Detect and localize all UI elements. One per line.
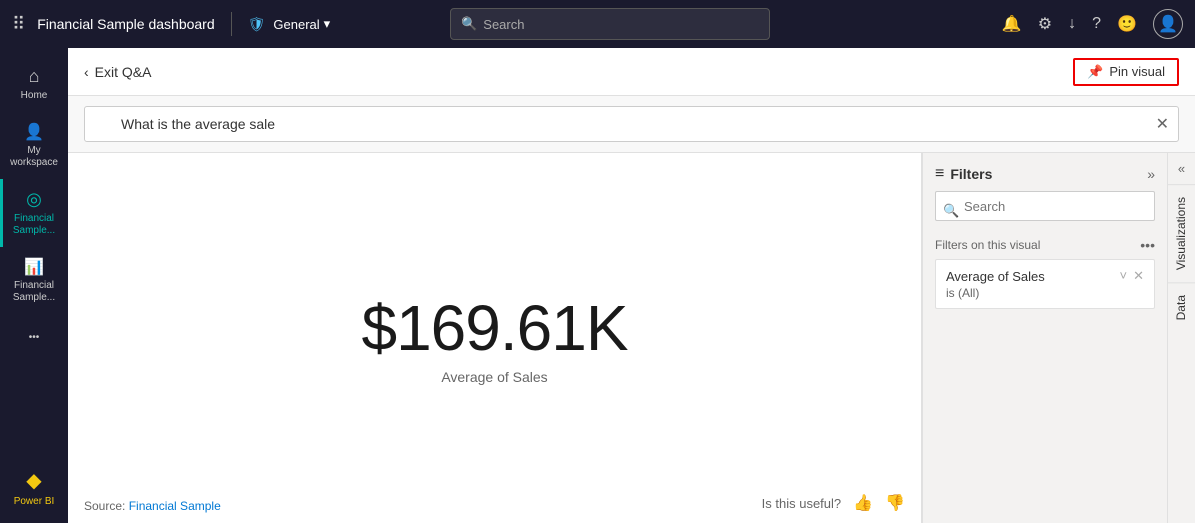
filter-icon: ≡ bbox=[935, 165, 944, 183]
sidebar-powerbi: ◆ Power BI bbox=[0, 460, 68, 515]
workspace-label: Myworkspace bbox=[10, 145, 58, 169]
thumbs-down-icon[interactable]: 👎 bbox=[885, 493, 905, 513]
pin-visual-button[interactable]: 📌 Pin visual bbox=[1073, 58, 1179, 86]
thumbs-up-icon[interactable]: 👍 bbox=[853, 493, 873, 513]
financial-dashboard-icon: ◎ bbox=[26, 189, 42, 210]
help-icon[interactable]: ? bbox=[1092, 15, 1101, 33]
tab-visualizations[interactable]: Visualizations bbox=[1168, 184, 1195, 282]
big-label: Average of Sales bbox=[441, 369, 547, 385]
gear-icon[interactable]: ⚙ bbox=[1038, 14, 1052, 34]
topbar-divider bbox=[231, 12, 232, 36]
sidebar-item-more[interactable]: ••• bbox=[0, 322, 68, 353]
body-split: $169.61K Average of Sales Source: Financ… bbox=[68, 153, 1195, 523]
financial-dashboard-label: Financial Sample... bbox=[4, 213, 64, 237]
sidebar: ⌂ Home 👤 Myworkspace ◎ Financial Sample.… bbox=[0, 48, 68, 523]
powerbi-label: Power BI bbox=[14, 496, 55, 507]
download-icon[interactable]: ↓ bbox=[1068, 15, 1076, 33]
general-dropdown[interactable]: General ▾ bbox=[273, 16, 330, 32]
pin-visual-label: Pin visual bbox=[1109, 64, 1165, 79]
filters-search-wrap: 🔍 bbox=[923, 191, 1167, 231]
filters-more-icon[interactable]: ••• bbox=[1140, 237, 1155, 253]
tab-data[interactable]: Data bbox=[1168, 282, 1195, 332]
filters-panel: ≡ Filters » 🔍 Filters on this visual ••• bbox=[922, 153, 1167, 523]
filter-card-row: Average of Sales ˅ ✕ bbox=[946, 268, 1144, 284]
data-label: Data bbox=[1174, 295, 1188, 320]
filter-card-chevron[interactable]: ˅ bbox=[1120, 268, 1128, 284]
big-value: $169.61K bbox=[361, 291, 627, 365]
bell-icon[interactable]: 🔔 bbox=[1002, 14, 1022, 34]
filter-card-clear[interactable]: ✕ bbox=[1133, 268, 1144, 284]
topbar-search-box[interactable]: 🔍 Search bbox=[450, 8, 770, 40]
app-title: Financial Sample dashboard bbox=[37, 16, 214, 32]
qna-close-icon[interactable]: ✕ bbox=[1156, 114, 1169, 134]
sidebar-item-financial-dashboard[interactable]: ◎ Financial Sample... bbox=[0, 179, 68, 247]
content-area: ‹ Exit Q&A 📌 Pin visual 💬 ✕ $169.61K Ave… bbox=[68, 48, 1195, 523]
exit-qna-button[interactable]: ‹ Exit Q&A bbox=[84, 64, 151, 80]
filters-search-icon: 🔍 bbox=[943, 203, 959, 219]
filters-on-visual-label: Filters on this visual ••• bbox=[923, 231, 1167, 259]
filter-card-value: is (All) bbox=[946, 286, 1144, 300]
side-tabs: « Visualizations Data bbox=[1167, 153, 1195, 523]
qna-input-wrap: 💬 ✕ bbox=[84, 106, 1179, 142]
exit-qna-label: Exit Q&A bbox=[95, 64, 152, 80]
source-link-anchor[interactable]: Financial Sample bbox=[129, 499, 221, 513]
qna-bar: 💬 ✕ bbox=[68, 96, 1195, 153]
pin-icon: 📌 bbox=[1087, 64, 1103, 80]
filters-expand-icon[interactable]: » bbox=[1147, 166, 1155, 182]
sidebar-item-financial-report[interactable]: 📊 Financial Sample... bbox=[0, 247, 68, 314]
search-icon: 🔍 bbox=[461, 16, 477, 32]
filters-header: ≡ Filters » bbox=[923, 153, 1167, 191]
home-icon: ⌂ bbox=[29, 66, 40, 87]
main-layout: ⌂ Home 👤 Myworkspace ◎ Financial Sample.… bbox=[0, 48, 1195, 523]
home-label: Home bbox=[21, 90, 48, 102]
topbar: ⠿ Financial Sample dashboard 🛡 General ▾… bbox=[0, 0, 1195, 48]
side-collapse-top[interactable]: « bbox=[1168, 153, 1195, 184]
more-icon: ••• bbox=[29, 332, 40, 343]
collapse-left-icon: « bbox=[1178, 161, 1185, 176]
financial-report-label: Financial Sample... bbox=[4, 280, 64, 304]
shield-icon: 🛡 bbox=[248, 16, 266, 33]
filters-search-input[interactable] bbox=[935, 191, 1155, 221]
app-grid-icon[interactable]: ⠿ bbox=[12, 14, 25, 35]
sidebar-item-workspace[interactable]: 👤 Myworkspace bbox=[0, 112, 68, 179]
filter-card-icons: ˅ ✕ bbox=[1120, 268, 1145, 284]
filter-card: Average of Sales ˅ ✕ is (All) bbox=[935, 259, 1155, 309]
filters-title: Filters bbox=[950, 166, 1141, 182]
back-icon: ‹ bbox=[84, 64, 89, 80]
useful-label: Is this useful? bbox=[762, 496, 842, 511]
sidebar-item-home[interactable]: ⌂ Home bbox=[0, 56, 68, 112]
qna-input[interactable] bbox=[84, 106, 1179, 142]
source-link: Source: Financial Sample bbox=[84, 499, 221, 513]
search-placeholder: Search bbox=[483, 17, 524, 32]
filter-card-label: Average of Sales bbox=[946, 269, 1116, 284]
filters-header-icons: » bbox=[1147, 166, 1155, 182]
powerbi-icon: ◆ bbox=[26, 468, 41, 493]
emoji-icon[interactable]: 🙂 bbox=[1117, 14, 1137, 34]
workspace-icon: 👤 bbox=[24, 122, 44, 142]
useful-bar: Is this useful? 👍 👎 bbox=[762, 493, 905, 513]
visual-area: $169.61K Average of Sales Source: Financ… bbox=[68, 153, 921, 523]
toolbar: ‹ Exit Q&A 📌 Pin visual bbox=[68, 48, 1195, 96]
topbar-icons: 🔔 ⚙ ↓ ? 🙂 👤 bbox=[1002, 9, 1183, 39]
avatar[interactable]: 👤 bbox=[1153, 9, 1183, 39]
financial-report-icon: 📊 bbox=[24, 257, 44, 277]
visualizations-label: Visualizations bbox=[1174, 197, 1188, 270]
